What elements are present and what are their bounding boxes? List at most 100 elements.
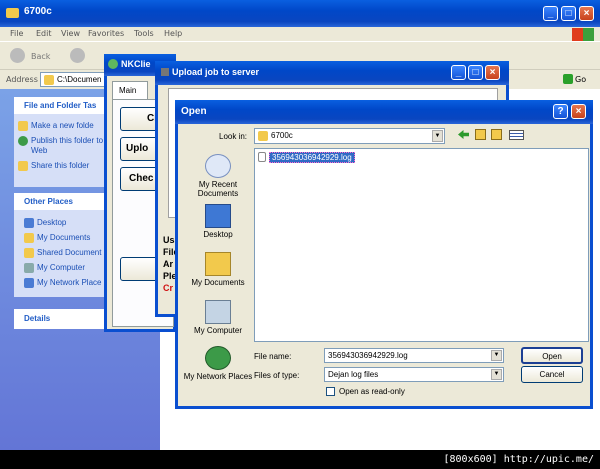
dialog-close-button[interactable]: × xyxy=(571,104,586,119)
place-my-computer-label: My Computer xyxy=(37,263,86,273)
file-type-select[interactable]: Dejan log files ▼ xyxy=(324,367,504,382)
cancel-button[interactable]: Cancel xyxy=(521,366,583,383)
place-shared-documents[interactable]: Shared Document xyxy=(24,248,101,258)
place-network-label: My Network Places xyxy=(183,372,253,381)
place-my-computer[interactable]: My Computer xyxy=(181,300,255,335)
look-in-select[interactable]: 6700c ▼ xyxy=(254,128,445,144)
place-network[interactable]: My Network Place xyxy=(24,278,101,288)
folder-icon xyxy=(6,8,19,18)
readonly-label[interactable]: Open as read-only xyxy=(339,387,405,396)
place-recent-label: My Recent Documents xyxy=(197,180,239,198)
file-type-value: Dejan log files xyxy=(328,370,379,379)
menu-edit[interactable]: Edit xyxy=(36,29,52,38)
tab-main[interactable]: Main xyxy=(112,81,148,99)
place-network-label: My Network Place xyxy=(37,278,102,288)
back-icon[interactable] xyxy=(10,48,25,63)
new-folder-icon[interactable] xyxy=(491,129,502,140)
file-name-value: 356943036942929.log xyxy=(328,351,408,360)
chevron-down-icon[interactable]: ▼ xyxy=(491,350,502,361)
file-list[interactable]: 356943036942929.log xyxy=(254,148,589,342)
chevron-down-icon[interactable]: ▼ xyxy=(432,130,443,142)
place-desktop-label: Desktop xyxy=(203,230,233,239)
open-button[interactable]: Open xyxy=(521,347,583,364)
make-folder-link[interactable]: Make a new folde xyxy=(18,121,94,131)
list-item[interactable]: 356943036942929.log xyxy=(258,151,355,164)
back-arrow-icon[interactable] xyxy=(458,130,469,139)
places-bar: My Recent Documents Desktop My Documents… xyxy=(181,148,255,398)
network-icon xyxy=(205,346,231,370)
place-desktop[interactable]: Desktop xyxy=(181,204,255,239)
open-title: Open xyxy=(181,106,207,117)
desktop-icon xyxy=(24,218,34,228)
folder-icon xyxy=(44,74,54,85)
publish-folder-link[interactable]: Publish this folder to the xyxy=(18,136,116,146)
forward-icon[interactable] xyxy=(70,48,85,63)
place-my-documents-label: My Documents xyxy=(37,233,91,243)
watermark: [800x600] http://upic.me/ xyxy=(443,454,594,465)
place-my-computer-label: My Computer xyxy=(193,326,242,335)
menu-tools[interactable]: Tools xyxy=(134,29,154,38)
open-dialog: Open ? × Look in: 6700c ▼ My Recent Docu… xyxy=(175,100,593,409)
close-button[interactable]: × xyxy=(579,6,594,21)
back-label[interactable]: Back xyxy=(31,52,50,61)
place-my-documents-label: My Documents xyxy=(191,278,245,287)
log-file-icon xyxy=(258,152,266,162)
share-icon xyxy=(18,161,28,171)
menu-bar: File Edit View Favorites Tools Help xyxy=(0,27,600,41)
place-shared-documents-label: Shared Document xyxy=(37,248,102,258)
new-folder-icon xyxy=(18,121,28,131)
up-folder-icon[interactable] xyxy=(475,129,486,140)
upload-titlebar: Upload job to server _ □ × xyxy=(155,61,509,85)
network-icon xyxy=(24,278,34,288)
place-my-documents[interactable]: My Documents xyxy=(181,252,255,287)
computer-icon xyxy=(205,300,231,324)
upload-close-button[interactable]: × xyxy=(485,65,500,80)
recent-documents-icon xyxy=(205,154,231,178)
share-folder-link[interactable]: Share this folder xyxy=(18,161,89,171)
address-input[interactable]: C:\Documen xyxy=(40,72,110,87)
readonly-checkbox[interactable] xyxy=(326,387,335,396)
shared-documents-icon xyxy=(24,248,34,258)
folder-icon xyxy=(258,130,268,141)
documents-icon xyxy=(24,233,34,243)
views-menu-icon[interactable] xyxy=(509,130,524,140)
place-my-computer[interactable]: My Computer xyxy=(24,263,85,273)
menu-help[interactable]: Help xyxy=(164,29,182,38)
maximize-button[interactable]: □ xyxy=(561,6,576,21)
list-item-label: 356943036942929.log xyxy=(269,151,355,163)
look-in-label: Look in: xyxy=(219,132,248,141)
file-name-input[interactable]: 356943036942929.log ▼ xyxy=(324,348,504,363)
minimize-button[interactable]: _ xyxy=(543,6,558,21)
menu-view[interactable]: View xyxy=(61,29,80,38)
nkclient-title: NKClie xyxy=(121,59,151,69)
menu-favorites[interactable]: Favorites xyxy=(88,29,124,38)
computer-icon xyxy=(24,263,34,273)
place-network[interactable]: My Network Places xyxy=(181,346,255,381)
app-icon xyxy=(108,59,118,69)
go-icon[interactable] xyxy=(563,74,573,84)
details-header[interactable]: Details xyxy=(24,314,50,323)
explorer-titlebar: 6700c _ □ × xyxy=(0,0,600,27)
place-my-documents[interactable]: My Documents xyxy=(24,233,90,243)
upload-minimize-button[interactable]: _ xyxy=(451,65,466,80)
help-button[interactable]: ? xyxy=(553,104,568,119)
file-name-label: File name: xyxy=(254,352,292,361)
chevron-down-icon[interactable]: ▼ xyxy=(491,369,502,380)
go-label[interactable]: Go xyxy=(575,75,586,84)
upload-maximize-button[interactable]: □ xyxy=(468,65,483,80)
address-label: Address xyxy=(6,75,38,84)
documents-icon xyxy=(205,252,231,276)
globe-icon xyxy=(18,136,28,146)
windows-logo-icon xyxy=(572,28,594,41)
place-desktop[interactable]: Desktop xyxy=(24,218,66,228)
explorer-title: 6700c xyxy=(24,6,52,17)
desktop-icon xyxy=(205,204,231,228)
open-titlebar: Open ? × xyxy=(175,100,593,124)
publish-web-line[interactable]: Web xyxy=(31,146,47,155)
address-value: C:\Documen xyxy=(57,75,102,84)
place-desktop-label: Desktop xyxy=(37,218,67,228)
upload-title: Upload job to server xyxy=(172,67,260,77)
place-recent-documents[interactable]: My Recent Documents xyxy=(181,154,255,198)
menu-file[interactable]: File xyxy=(10,29,23,38)
app-icon xyxy=(161,68,169,76)
